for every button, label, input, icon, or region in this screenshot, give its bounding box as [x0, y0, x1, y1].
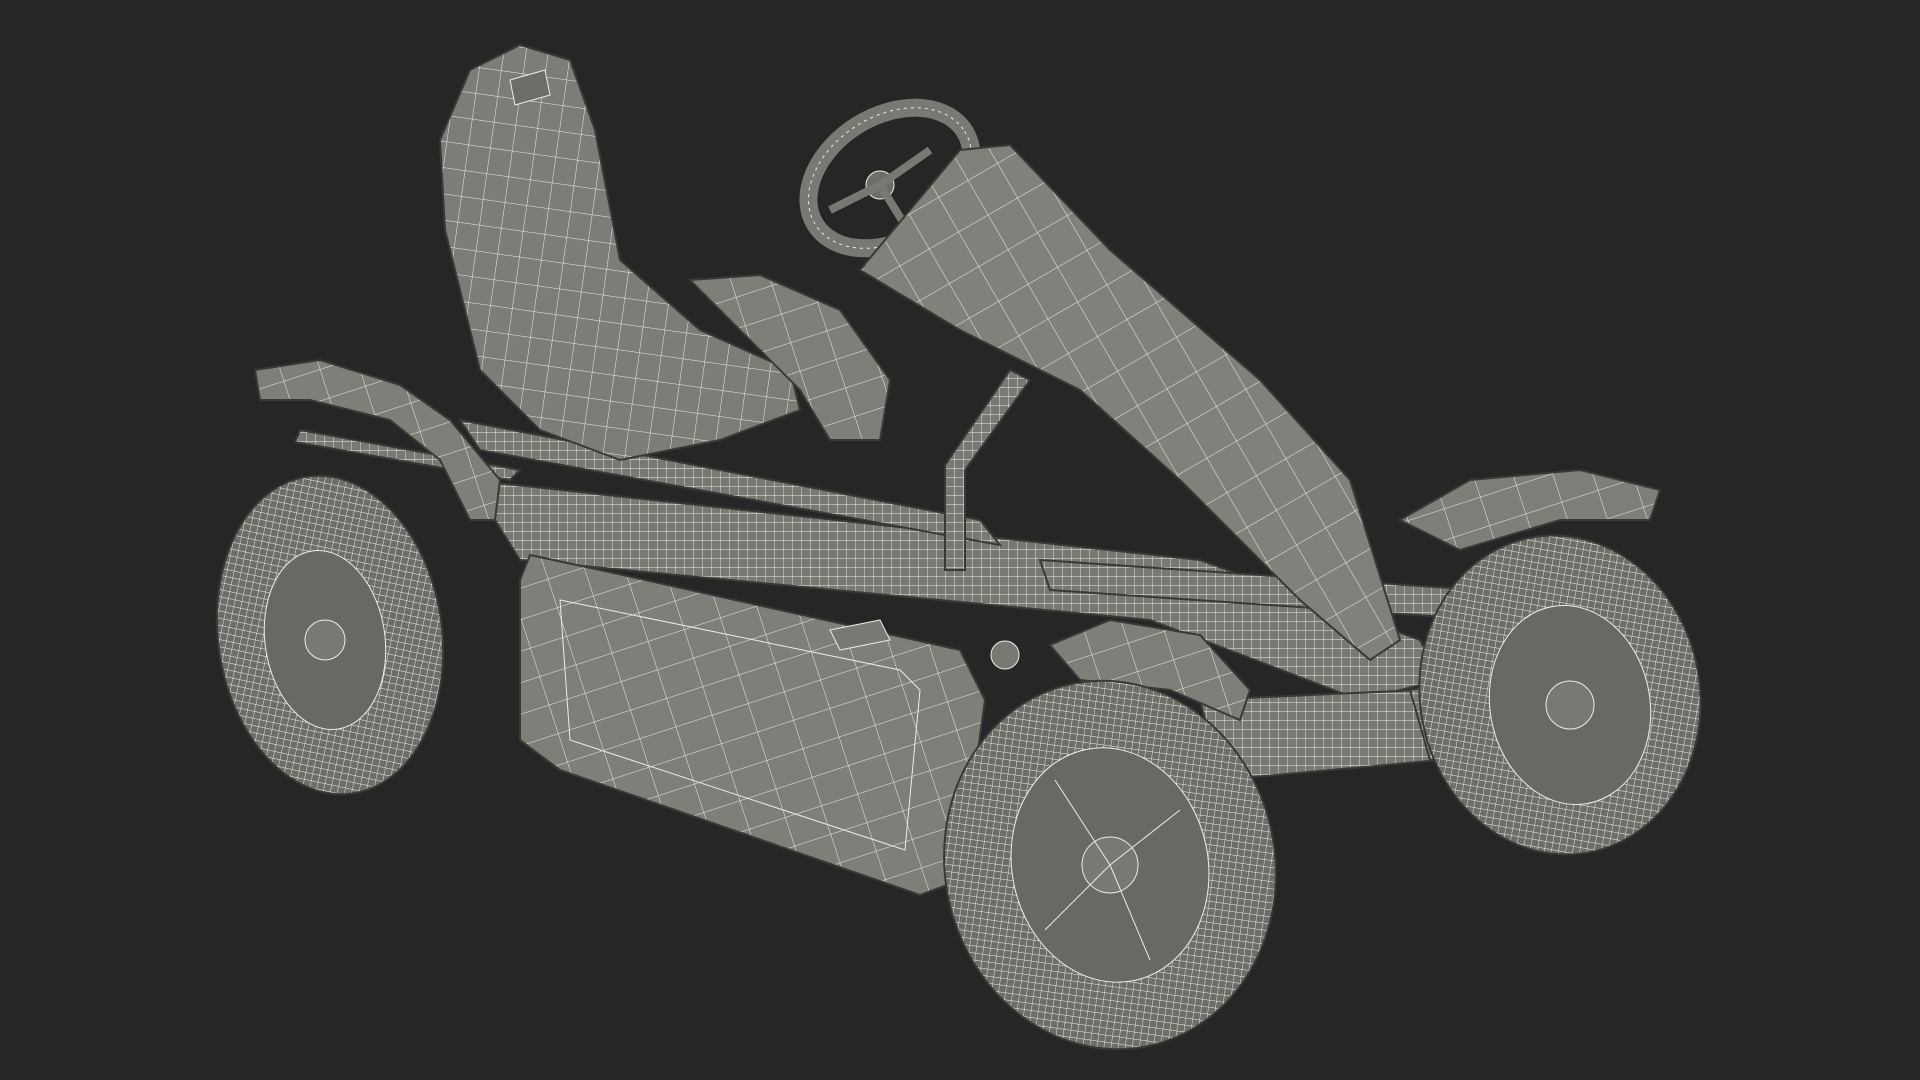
front-right-wheel	[1418, 534, 1702, 856]
go-kart-seat	[438, 43, 802, 462]
side-panel	[519, 553, 987, 897]
go-kart-wireframe-render	[215, 43, 1702, 1051]
render-viewport	[0, 0, 1920, 1080]
rear-left-wheel	[215, 474, 445, 796]
